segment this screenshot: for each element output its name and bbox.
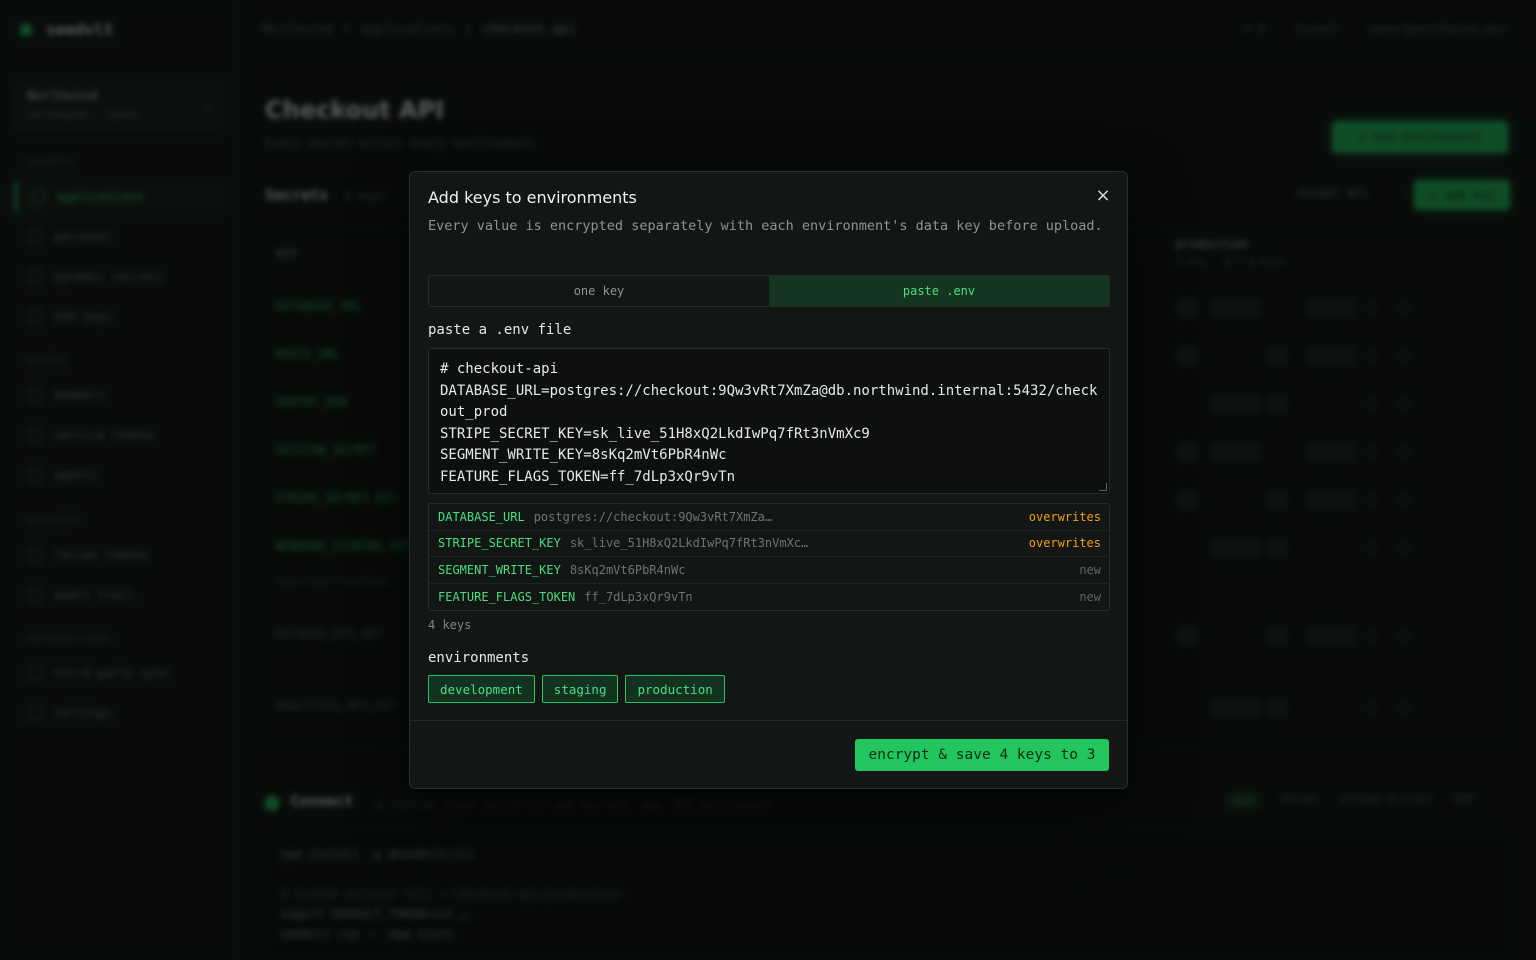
parsed-key-value: 8sKq2mVt6PbR4nWc [569, 562, 686, 577]
env-chip-production[interactable]: production [625, 675, 725, 703]
environments-label: environments [428, 650, 530, 666]
parsed-key-status: overwrites [1028, 509, 1101, 524]
tab-paste-env[interactable]: paste .env [769, 276, 1109, 306]
parsed-key-row: SEGMENT_WRITE_KEY 8sKq2mVt6PbR4nWc new [429, 557, 1109, 584]
paste-label: paste a .env file [428, 322, 572, 338]
parsed-key-status: new [1079, 589, 1101, 604]
environment-chips: development staging production [428, 675, 725, 703]
parsed-key-value: sk_live_51H8xQ2LkdIwPq7fRt3nVmXc… [569, 536, 809, 551]
parsed-key-value: postgres://checkout:9Qw3vRt7XmZa… [533, 509, 773, 524]
parsed-key-row: DATABASE_URL postgres://checkout:9Qw3vRt7… [429, 504, 1109, 531]
encrypt-save-button[interactable]: encrypt & save 4 keys to 3 [855, 739, 1109, 771]
modal-footer-divider [410, 720, 1127, 721]
parsed-key-name: DATABASE_URL [438, 509, 525, 524]
parsed-key-row: STRIPE_SECRET_KEY sk_live_51H8xQ2LkdIwPq7… [429, 531, 1109, 557]
modal-title: Add keys to environments [428, 188, 637, 207]
parsed-key-status: overwrites [1028, 536, 1101, 551]
parsed-keys-preview: DATABASE_URL postgres://checkout:9Qw3vRt7… [428, 503, 1110, 611]
parsed-key-value: ff_7dLp3xQr9vTn [584, 589, 693, 604]
env-chip-staging[interactable]: staging [541, 675, 619, 703]
parsed-key-name: SEGMENT_WRITE_KEY [438, 562, 561, 577]
keys-count: 4 keys [428, 618, 472, 632]
parsed-key-name: STRIPE_SECRET_KEY [438, 536, 561, 551]
tab-one-key[interactable]: one key [429, 276, 769, 306]
input-mode-tabs: one key paste .env [428, 275, 1110, 307]
add-keys-modal: Add keys to environments × Every value i… [409, 171, 1128, 789]
parsed-key-name: FEATURE_FLAGS_TOKEN [438, 589, 576, 604]
env-textarea[interactable]: # checkout-api DATABASE_URL=postgres://c… [428, 348, 1110, 494]
env-chip-development[interactable]: development [428, 675, 535, 703]
modal-description: Every value is encrypted separately with… [428, 218, 1103, 234]
close-icon[interactable]: × [1093, 186, 1113, 206]
resize-handle-icon[interactable] [1099, 483, 1107, 491]
parsed-key-row: FEATURE_FLAGS_TOKEN ff_7dLp3xQr9vTn new [429, 584, 1109, 611]
parsed-key-status: new [1079, 562, 1101, 577]
